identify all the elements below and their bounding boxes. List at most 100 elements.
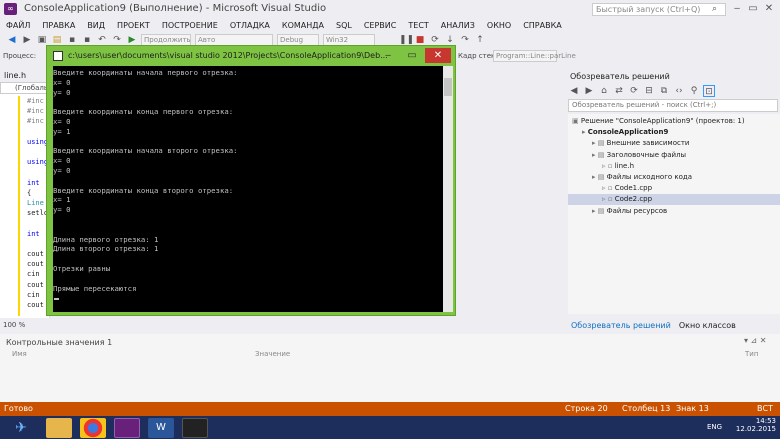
- console-line: y= 0: [53, 205, 71, 215]
- search-icon[interactable]: ⌕: [712, 4, 722, 14]
- forward-icon[interactable]: ▶: [21, 34, 33, 46]
- status-mode: ВСТ: [757, 404, 773, 413]
- step-out-icon[interactable]: ↑: [474, 34, 486, 46]
- menu-help[interactable]: СПРАВКА: [523, 21, 562, 30]
- clock-date: 12.02.2015: [735, 425, 776, 433]
- clock[interactable]: 14:53 12.02.2015: [736, 417, 776, 433]
- forward-icon[interactable]: ▶: [583, 85, 595, 97]
- console-window[interactable]: c:\users\user\documents\visual studio 20…: [46, 45, 456, 316]
- console-close-icon[interactable]: ✕: [425, 48, 451, 63]
- menu-test[interactable]: ТЕСТ: [408, 21, 428, 30]
- chrome-icon[interactable]: [80, 418, 106, 438]
- refresh-icon[interactable]: ⟳: [628, 85, 640, 97]
- console-output[interactable]: Введите координаты начала первого отрезк…: [53, 66, 443, 312]
- code-line: cout: [27, 250, 44, 258]
- collapse-icon[interactable]: ⊟: [643, 85, 655, 97]
- menu-debug[interactable]: ОТЛАДКА: [230, 21, 270, 30]
- menu-file[interactable]: ФАЙЛ: [6, 21, 30, 30]
- tree-node-icon: ▸ ▤: [592, 150, 607, 159]
- status-line: Строка 20: [565, 404, 608, 413]
- tree-item[interactable]: ▸ ▤ Файлы исходного кода: [568, 172, 780, 183]
- language-indicator[interactable]: ENG: [707, 423, 722, 431]
- tree-item[interactable]: ▸ ▤ Внешние зависимости: [568, 138, 780, 149]
- menu-window[interactable]: ОКНО: [487, 21, 511, 30]
- tree-node-icon: ▣: [572, 117, 581, 125]
- menu-team[interactable]: КОМАНДА: [282, 21, 324, 30]
- tree-item[interactable]: ▸ ConsoleApplication9: [568, 127, 780, 138]
- console-title-bar[interactable]: c:\users\user\documents\visual studio 20…: [47, 46, 455, 66]
- watch-window-title: Контрольные значения 1: [6, 338, 113, 347]
- word-icon[interactable]: W: [148, 418, 174, 438]
- code-editor[interactable]: #inc #inc #inc using using int{Line setlo int co…: [0, 94, 50, 318]
- zoom-level[interactable]: 100 %: [3, 321, 25, 329]
- stack-frame-combo[interactable]: Program::Line::parLine: [493, 50, 576, 62]
- solution-search-input[interactable]: Обозреватель решений - поиск (Ctrl+;): [568, 99, 778, 112]
- code-line: cout: [27, 301, 44, 309]
- menu-view[interactable]: ВИД: [87, 21, 105, 30]
- view-code-icon[interactable]: ‹›: [673, 85, 685, 97]
- column-value[interactable]: Значение: [255, 350, 290, 358]
- menu-project[interactable]: ПРОЕКТ: [117, 21, 150, 30]
- menu-tools[interactable]: СЕРВИС: [364, 21, 397, 30]
- tree-item[interactable]: ▣ Решение "ConsoleApplication9" (проекто…: [568, 116, 780, 127]
- close-icon[interactable]: ✕: [762, 2, 776, 16]
- preview-icon[interactable]: ⊡: [703, 85, 715, 97]
- console-scrollbar[interactable]: [443, 66, 453, 312]
- code-line: Line: [27, 199, 44, 207]
- step-over-icon[interactable]: ↷: [459, 34, 471, 46]
- console-line: x= 0: [53, 77, 71, 87]
- console-maximize-icon[interactable]: ▭: [399, 48, 425, 63]
- tab-solution-explorer[interactable]: Обозреватель решений: [571, 321, 671, 330]
- tree-item-label: Code1.cpp: [614, 184, 653, 193]
- code-line: setlo: [27, 209, 49, 218]
- console-line: Введите координаты конца второго отрезка…: [53, 185, 234, 195]
- tree-item[interactable]: ▸ ▤ Файлы ресурсов: [568, 206, 780, 217]
- console-line: Введите координаты начала первого отрезк…: [53, 68, 238, 77]
- start-icon[interactable]: ✈: [8, 418, 34, 438]
- visual-studio-icon[interactable]: [114, 418, 140, 438]
- scope-combo[interactable]: (Глобаль: [0, 82, 48, 94]
- minimize-icon[interactable]: ‒: [730, 2, 744, 16]
- console-scroll-thumb[interactable]: [444, 78, 452, 96]
- console-title: c:\users\user\documents\visual studio 20…: [68, 51, 388, 60]
- tree-item[interactable]: ▹ ▫ Code2.cpp: [568, 194, 780, 206]
- tree-item[interactable]: ▹ ▫ Code1.cpp: [568, 183, 780, 194]
- menu-analyze[interactable]: АНАЛИЗ: [441, 21, 475, 30]
- copy-icon[interactable]: ⧉: [658, 85, 670, 97]
- console-app-icon: [53, 51, 63, 61]
- menu-build[interactable]: ПОСТРОЕНИЕ: [162, 21, 218, 30]
- tree-item[interactable]: ▸ ▤ Заголовочные файлы: [568, 150, 780, 161]
- code-line: cout: [27, 260, 44, 269]
- tree-node-icon: ▹ ▫: [602, 184, 615, 193]
- tree-item[interactable]: ▹ ▫ line.h: [568, 161, 780, 172]
- pin-icon[interactable]: ▾ ⊿ ✕: [744, 336, 767, 345]
- back-icon[interactable]: ◀: [568, 85, 580, 97]
- menu-sql[interactable]: SQL: [336, 21, 352, 30]
- taskbar: ✈ W ENG 14:53 12.02.2015: [0, 416, 780, 439]
- tree-item-label: Файлы исходного кода: [606, 173, 693, 181]
- editor-tab-line-h[interactable]: line.h: [0, 70, 48, 82]
- maximize-icon[interactable]: ▭: [746, 2, 760, 16]
- console-line: Длина второго отрезка: 1: [53, 244, 159, 254]
- tab-class-view[interactable]: Окно классов: [679, 321, 736, 330]
- properties-icon[interactable]: ⚲: [688, 85, 700, 97]
- menu-edit[interactable]: ПРАВКА: [42, 21, 75, 30]
- quick-launch-input[interactable]: Быстрый запуск (Ctrl+Q): [592, 3, 726, 16]
- console-icon[interactable]: [182, 418, 208, 438]
- back-icon[interactable]: ◀: [6, 34, 18, 46]
- title-bar: ∞ ConsoleApplication9 (Выполнение) - Mic…: [0, 0, 780, 18]
- console-minimize-icon[interactable]: ‒: [375, 48, 401, 63]
- explorer-icon[interactable]: [46, 418, 72, 438]
- tree-node-icon: ▹ ▫: [602, 161, 615, 170]
- column-name[interactable]: Имя: [12, 350, 27, 358]
- status-column: Столбец 13: [622, 404, 671, 413]
- tree-item-label: Внешние зависимости: [606, 139, 690, 148]
- sync-icon[interactable]: ⇄: [613, 85, 625, 97]
- home-icon[interactable]: ⌂: [598, 85, 610, 97]
- column-type[interactable]: Тип: [745, 350, 758, 358]
